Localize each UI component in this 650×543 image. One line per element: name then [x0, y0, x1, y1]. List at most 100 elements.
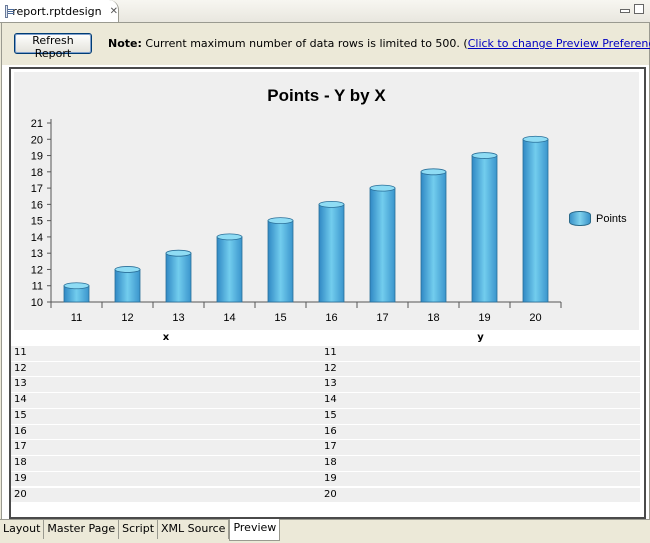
row-limit-note: Note: Current maximum number of data row…	[108, 37, 650, 50]
tab-xml-source[interactable]: XML Source	[158, 520, 230, 539]
cell-y: 11	[324, 347, 337, 358]
cell-y: 14	[324, 394, 337, 406]
cell-x: 11	[14, 347, 27, 358]
y-tick-label: 18	[31, 167, 43, 179]
bar	[318, 203, 345, 303]
bar	[471, 155, 498, 303]
bar-top	[165, 249, 192, 257]
bar	[165, 252, 192, 303]
cell-y: 15	[324, 409, 337, 421]
cell-x: 17	[14, 441, 27, 453]
bar-chart-svg: 10 11 12 13 14 15 16 17 18 19 20 21 11 12 13 14 15 16 17 18…	[31, 118, 562, 324]
table-row: 20 20	[11, 487, 640, 504]
bar-top	[318, 200, 345, 208]
legend-swatch	[569, 211, 591, 226]
cell-y: 18	[324, 457, 337, 469]
y-tick-label: 13	[31, 248, 43, 260]
y-tick-label: 16	[31, 199, 43, 211]
x-tick-label: 19	[478, 312, 490, 324]
bar-top	[63, 282, 90, 290]
x-tick-label: 13	[172, 312, 184, 324]
y-tick-label: 20	[31, 134, 43, 146]
cell-x: 12	[14, 362, 27, 374]
table-row: 15 15	[11, 408, 640, 425]
cell-x: 14	[14, 394, 27, 406]
cell-y: 20	[324, 488, 337, 500]
minimize-icon[interactable]	[620, 9, 630, 13]
table-body: 11 11 12 12 13 13 14 14 15 15 16 16 17 17 18 18 19 19 20 20	[11, 346, 640, 504]
x-tick-label: 20	[529, 312, 541, 324]
table-row: 11 11	[11, 346, 640, 362]
bar-top	[369, 184, 396, 192]
table-row: 13 13	[11, 377, 640, 394]
bar	[369, 187, 396, 303]
bar-top	[471, 152, 498, 159]
tab-script[interactable]: Script	[119, 520, 159, 539]
cell-x: 18	[14, 457, 27, 469]
tab-layout[interactable]: Layout	[0, 520, 45, 539]
x-tick-label: 16	[325, 312, 337, 324]
column-header-y: y	[477, 332, 484, 343]
cell-x: 13	[14, 378, 27, 390]
bar-top	[420, 168, 447, 176]
table-row: 18 18	[11, 456, 640, 472]
x-tick-label: 14	[223, 312, 235, 324]
cell-y: 19	[324, 472, 337, 484]
preview-preferences-link[interactable]: Click to change Preview Preferences	[468, 37, 650, 50]
table-header-row: x y	[11, 330, 640, 346]
x-tick-label: 12	[121, 312, 133, 324]
bar-top	[522, 135, 549, 143]
bar	[267, 220, 294, 303]
bar	[420, 171, 447, 303]
window-controls	[620, 4, 644, 14]
legend-label: Points	[596, 212, 627, 225]
table-row: 19 19	[11, 471, 640, 488]
note-text: Current maximum number of data rows is l…	[141, 37, 468, 50]
editor-tab-report[interactable]: report.rptdesign ✕	[0, 0, 119, 22]
cell-x: 16	[14, 425, 27, 437]
table-row: 12 12	[11, 361, 640, 378]
maximize-icon[interactable]	[634, 4, 644, 14]
table-row: 16 16	[11, 424, 640, 441]
y-tick-label: 17	[31, 183, 43, 195]
cell-x: 15	[14, 409, 27, 421]
y-tick-label: 12	[31, 264, 43, 276]
refresh-report-button[interactable]: Refresh Report	[14, 33, 92, 60]
close-icon[interactable]: ✕	[110, 6, 118, 17]
cell-y: 16	[324, 425, 337, 437]
tab-preview[interactable]: Preview	[229, 519, 281, 541]
cell-x: 20	[14, 488, 27, 500]
note-label: Note:	[108, 37, 142, 50]
cell-x: 19	[14, 472, 27, 484]
editor-page-tabs: Layout Master Page Script XML Source Preview	[0, 519, 650, 543]
cell-y: 12	[324, 362, 337, 374]
bar-top	[267, 217, 294, 225]
y-tick-label: 21	[31, 118, 43, 130]
y-tick-label: 11	[32, 281, 43, 293]
editor-tabbar: report.rptdesign ✕	[0, 0, 650, 23]
y-tick-label: 19	[31, 151, 43, 163]
table-row: 17 17	[11, 440, 640, 456]
preview-toolbar: Refresh Report Note: Current maximum num…	[2, 23, 650, 65]
cell-y: 17	[324, 441, 337, 453]
y-tick-label: 10	[31, 297, 43, 309]
tab-master-page[interactable]: Master Page	[44, 520, 120, 539]
report-preview: Points - Y by X 10 11 12 13 14 15 16 17 18 19 20 21…	[9, 67, 646, 519]
bar-top	[114, 266, 141, 273]
data-table: x y 11 11 12 12 13 13 14 14 15 15 16 16 17 17 18 18 19 19…	[11, 330, 640, 504]
y-tick-label: 15	[31, 216, 43, 228]
cell-y: 13	[324, 378, 337, 390]
bar	[114, 269, 141, 303]
x-tick-label: 18	[427, 312, 439, 324]
column-header-x: x	[162, 332, 170, 343]
chart-legend: Points	[569, 211, 627, 226]
x-tick-label: 15	[274, 312, 286, 324]
x-tick-label: 11	[71, 312, 82, 324]
chart: Points - Y by X 10 11 12 13 14 15 16 17 18 19 20 21…	[14, 72, 639, 330]
report-file-icon	[5, 4, 15, 18]
editor-content: Refresh Report Note: Current maximum num…	[1, 23, 650, 519]
x-tick-label: 17	[376, 312, 388, 324]
editor-tab-title: report.rptdesign	[12, 4, 102, 18]
bar	[216, 236, 243, 303]
bar	[522, 138, 549, 303]
